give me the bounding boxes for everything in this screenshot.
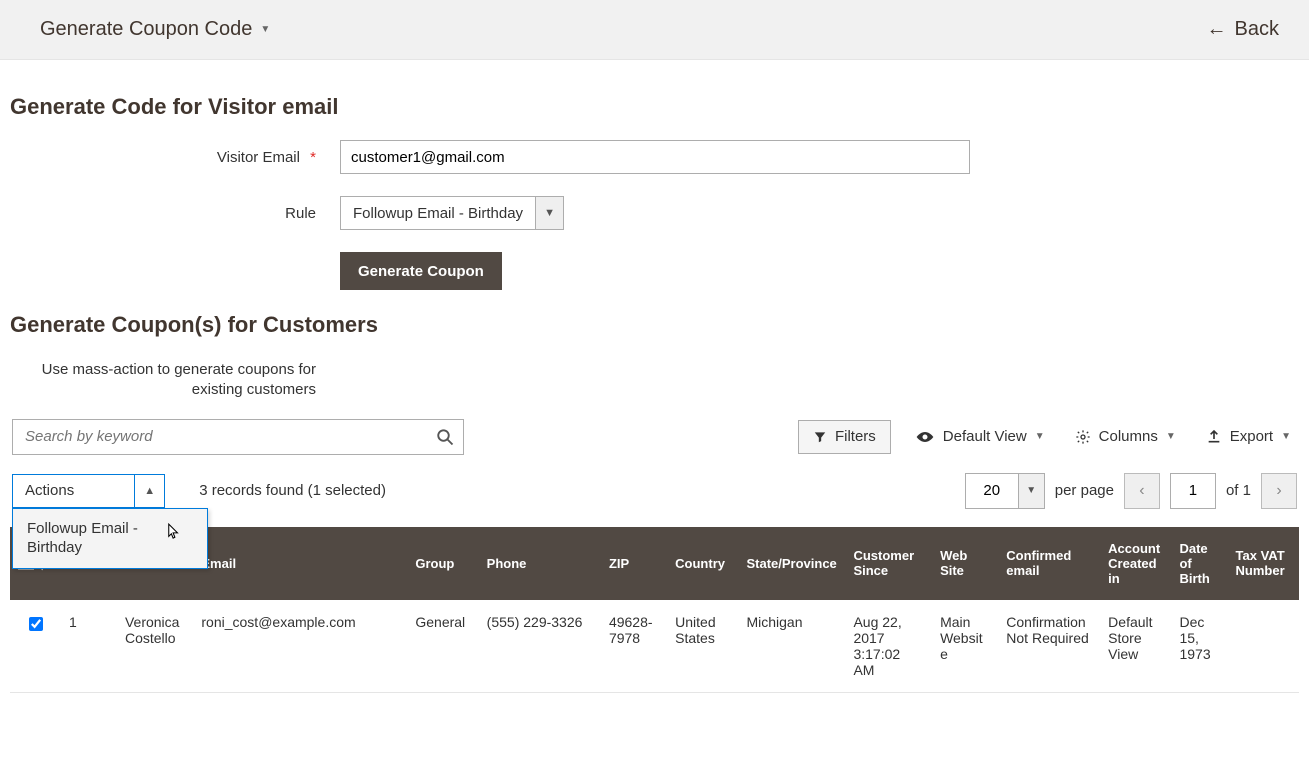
filters-label: Filters bbox=[835, 428, 876, 445]
visitor-email-label-text: Visitor Email bbox=[217, 149, 300, 166]
cell-tax-vat bbox=[1228, 600, 1299, 693]
actions-dropdown[interactable]: Actions ▲ bbox=[12, 474, 165, 508]
cell-group: General bbox=[407, 600, 478, 693]
rule-select-value: Followup Email - Birthday bbox=[340, 196, 536, 230]
customers-section-heading: Generate Coupon(s) for Customers bbox=[10, 312, 1299, 338]
cell-name: Veronica Costello bbox=[117, 600, 193, 693]
visitor-section-heading: Generate Code for Visitor email bbox=[10, 94, 1299, 120]
cell-id: 1 bbox=[61, 600, 117, 693]
visitor-email-label: Visitor Email * bbox=[10, 149, 340, 166]
cell-phone: (555) 229-3326 bbox=[479, 600, 601, 693]
cell-zip: 49628-7978 bbox=[601, 600, 667, 693]
cell-state: Michigan bbox=[738, 600, 845, 693]
search-icon[interactable] bbox=[436, 428, 454, 446]
columns-label: Columns bbox=[1099, 428, 1158, 445]
of-pages-label: of 1 bbox=[1226, 482, 1251, 499]
arrow-left-icon: ← bbox=[1207, 18, 1227, 41]
default-view-label: Default View bbox=[943, 428, 1027, 445]
page-title-dropdown[interactable]: Generate Coupon Code ▼ bbox=[40, 18, 270, 41]
actions-label: Actions bbox=[13, 475, 134, 507]
column-header-email[interactable]: Email bbox=[193, 527, 407, 600]
actions-menu: Followup Email - Birthday bbox=[12, 508, 208, 569]
column-header-zip[interactable]: ZIP bbox=[601, 527, 667, 600]
caret-down-icon: ▼ bbox=[1035, 431, 1045, 442]
column-header-customer-since[interactable]: Customer Since bbox=[845, 527, 932, 600]
column-header-group[interactable]: Group bbox=[407, 527, 478, 600]
page-size-input[interactable] bbox=[965, 473, 1019, 509]
cell-country: United States bbox=[667, 600, 738, 693]
actions-menu-item-followup-birthday[interactable]: Followup Email - Birthday bbox=[13, 509, 207, 568]
caret-down-icon: ▼ bbox=[1281, 431, 1291, 442]
chevron-left-icon: ‹ bbox=[1139, 482, 1144, 500]
chevron-right-icon: › bbox=[1276, 482, 1281, 500]
export-label: Export bbox=[1230, 428, 1273, 445]
caret-down-icon: ▼ bbox=[1166, 431, 1176, 442]
caret-down-icon: ▼ bbox=[260, 24, 270, 35]
column-header-website[interactable]: Web Site bbox=[932, 527, 998, 600]
caret-down-icon: ▼ bbox=[536, 196, 564, 230]
rule-label: Rule bbox=[10, 205, 340, 222]
column-header-created-in[interactable]: Account Created in bbox=[1100, 527, 1171, 600]
next-page-button[interactable]: › bbox=[1261, 473, 1297, 509]
page-title: Generate Coupon Code bbox=[40, 18, 252, 41]
gear-icon bbox=[1075, 429, 1091, 445]
eye-icon bbox=[915, 430, 935, 444]
column-header-phone[interactable]: Phone bbox=[479, 527, 601, 600]
column-header-country[interactable]: Country bbox=[667, 527, 738, 600]
page-number-input[interactable] bbox=[1170, 473, 1216, 509]
rule-select[interactable]: Followup Email - Birthday ▼ bbox=[340, 196, 564, 230]
visitor-email-input[interactable] bbox=[340, 140, 970, 174]
export-icon bbox=[1206, 429, 1222, 445]
mass-action-hint: Use mass-action to generate coupons for … bbox=[10, 360, 340, 401]
cell-website: Main Website bbox=[932, 600, 998, 693]
caret-down-icon[interactable]: ▼ bbox=[1019, 473, 1045, 509]
cell-dob: Dec 15, 1973 bbox=[1171, 600, 1227, 693]
column-header-tax-vat[interactable]: Tax VAT Number bbox=[1228, 527, 1299, 600]
cell-confirmed: Confirmation Not Required bbox=[998, 600, 1100, 693]
search-input[interactable] bbox=[12, 419, 464, 455]
filter-icon bbox=[813, 430, 827, 444]
filters-button[interactable]: Filters bbox=[798, 420, 891, 454]
per-page-label: per page bbox=[1055, 482, 1114, 499]
column-header-dob[interactable]: Date of Birth bbox=[1171, 527, 1227, 600]
row-checkbox[interactable] bbox=[29, 617, 43, 631]
cell-created-in: Default Store View bbox=[1100, 600, 1171, 693]
prev-page-button[interactable]: ‹ bbox=[1124, 473, 1160, 509]
cell-customer-since: Aug 22, 2017 3:17:02 AM bbox=[845, 600, 932, 693]
columns-button[interactable]: Columns ▼ bbox=[1069, 420, 1182, 454]
export-button[interactable]: Export ▼ bbox=[1200, 420, 1297, 454]
table-row[interactable]: 1 Veronica Costello roni_cost@example.co… bbox=[10, 600, 1299, 693]
column-header-confirmed[interactable]: Confirmed email bbox=[998, 527, 1100, 600]
generate-coupon-button[interactable]: Generate Coupon bbox=[340, 252, 502, 290]
column-header-state[interactable]: State/Province bbox=[738, 527, 845, 600]
default-view-button[interactable]: Default View ▼ bbox=[909, 420, 1051, 454]
back-label: Back bbox=[1235, 18, 1279, 41]
caret-up-icon: ▲ bbox=[134, 475, 164, 507]
back-button[interactable]: ← Back bbox=[1207, 18, 1279, 41]
required-asterisk-icon: * bbox=[310, 149, 316, 166]
cell-email: roni_cost@example.com bbox=[193, 600, 407, 693]
records-found-text: 3 records found (1 selected) bbox=[199, 482, 386, 499]
